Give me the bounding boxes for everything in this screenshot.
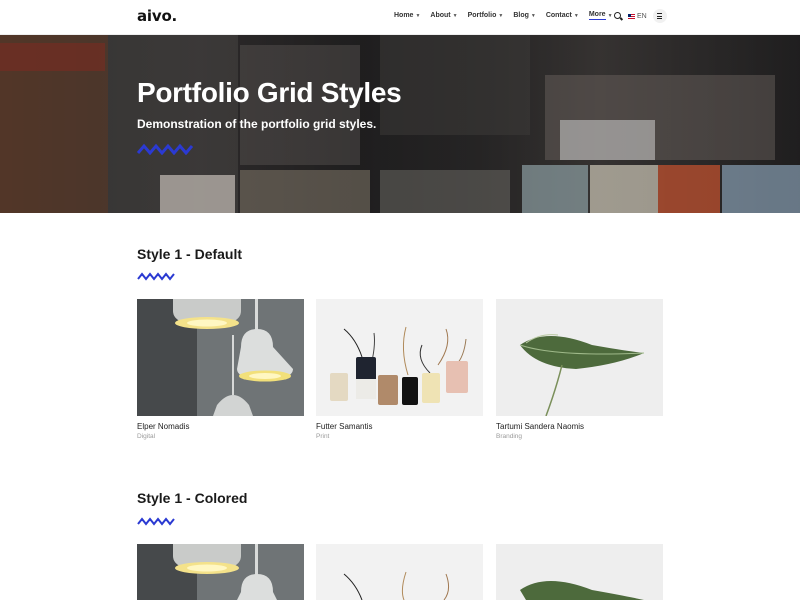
language-switcher[interactable]: EN xyxy=(628,13,647,20)
nav-portfolio-label: Portfolio xyxy=(467,12,497,19)
portfolio-thumbnail-leaf[interactable] xyxy=(496,299,663,416)
portfolio-item-title[interactable]: Tartumi Sandera Naomis xyxy=(496,422,663,431)
page-subtitle: Demonstration of the portfolio grid styl… xyxy=(137,117,377,131)
portfolio-card[interactable] xyxy=(316,544,483,600)
main-nav: Home ▼ About ▼ Portfolio ▼ Blog ▼ Contact ▼ M… xyxy=(394,11,623,20)
portfolio-card[interactable] xyxy=(496,544,663,600)
portfolio-card[interactable]: Tartumi Sandera Naomis Branding xyxy=(496,299,663,440)
chevron-down-icon: ▼ xyxy=(573,12,579,19)
hero-background-image xyxy=(0,35,800,213)
page-title: Portfolio Grid Styles xyxy=(137,77,402,108)
search-icon[interactable] xyxy=(612,10,624,22)
nav-more[interactable]: More ▼ xyxy=(588,11,613,20)
portfolio-thumbnail-tags[interactable] xyxy=(316,544,483,600)
uk-flag-icon xyxy=(628,13,635,19)
portfolio-card[interactable]: Futter Samantis Print xyxy=(316,299,483,440)
zigzag-divider-icon xyxy=(137,272,175,281)
portfolio-item-title[interactable]: Futter Samantis xyxy=(316,422,483,431)
nav-contact[interactable]: Contact ▼ xyxy=(546,12,579,19)
nav-blog-label: Blog xyxy=(513,12,529,19)
zigzag-divider-icon xyxy=(137,143,193,155)
nav-about-label: About xyxy=(430,12,451,19)
portfolio-thumbnail-lamps[interactable] xyxy=(137,544,304,600)
site-header: aivo. Home ▼ About ▼ Portfolio ▼ Blog ▼ Cont… xyxy=(0,0,800,35)
zigzag-divider-icon xyxy=(137,517,175,526)
portfolio-card[interactable]: Elper Nomadis Digital xyxy=(137,299,304,440)
menu-button[interactable] xyxy=(652,9,667,23)
header-tools: EN xyxy=(612,9,667,23)
section-title-default: Style 1 - Default xyxy=(137,246,243,262)
portfolio-thumbnail-leaf[interactable] xyxy=(496,544,663,600)
hero-banner: Portfolio Grid Styles Demonstration of t… xyxy=(0,35,800,213)
chevron-down-icon: ▼ xyxy=(452,12,458,19)
portfolio-item-category: Print xyxy=(316,433,330,440)
language-label: EN xyxy=(637,12,647,20)
nav-about[interactable]: About ▼ xyxy=(430,12,457,19)
portfolio-item-title[interactable]: Elper Nomadis xyxy=(137,422,304,431)
chevron-down-icon: ▼ xyxy=(498,12,504,19)
portfolio-thumbnail-lamps[interactable] xyxy=(137,299,304,416)
nav-contact-label: Contact xyxy=(545,12,572,19)
section-title-colored: Style 1 - Colored xyxy=(137,490,248,506)
portfolio-item-category: Branding xyxy=(496,433,523,440)
portfolio-thumbnail-tags[interactable] xyxy=(316,299,483,416)
nav-home[interactable]: Home ▼ xyxy=(394,12,420,19)
chevron-down-icon: ▼ xyxy=(415,12,421,19)
nav-home-label: Home xyxy=(394,12,414,19)
nav-portfolio[interactable]: Portfolio ▼ xyxy=(468,12,504,19)
nav-more-label: More xyxy=(588,11,606,20)
hamburger-icon xyxy=(657,13,663,15)
portfolio-item-category: Digital xyxy=(137,433,156,440)
portfolio-card[interactable] xyxy=(137,544,304,600)
logo[interactable]: aivo. xyxy=(137,7,177,25)
nav-blog[interactable]: Blog ▼ xyxy=(513,12,536,19)
chevron-down-icon: ▼ xyxy=(530,12,536,19)
